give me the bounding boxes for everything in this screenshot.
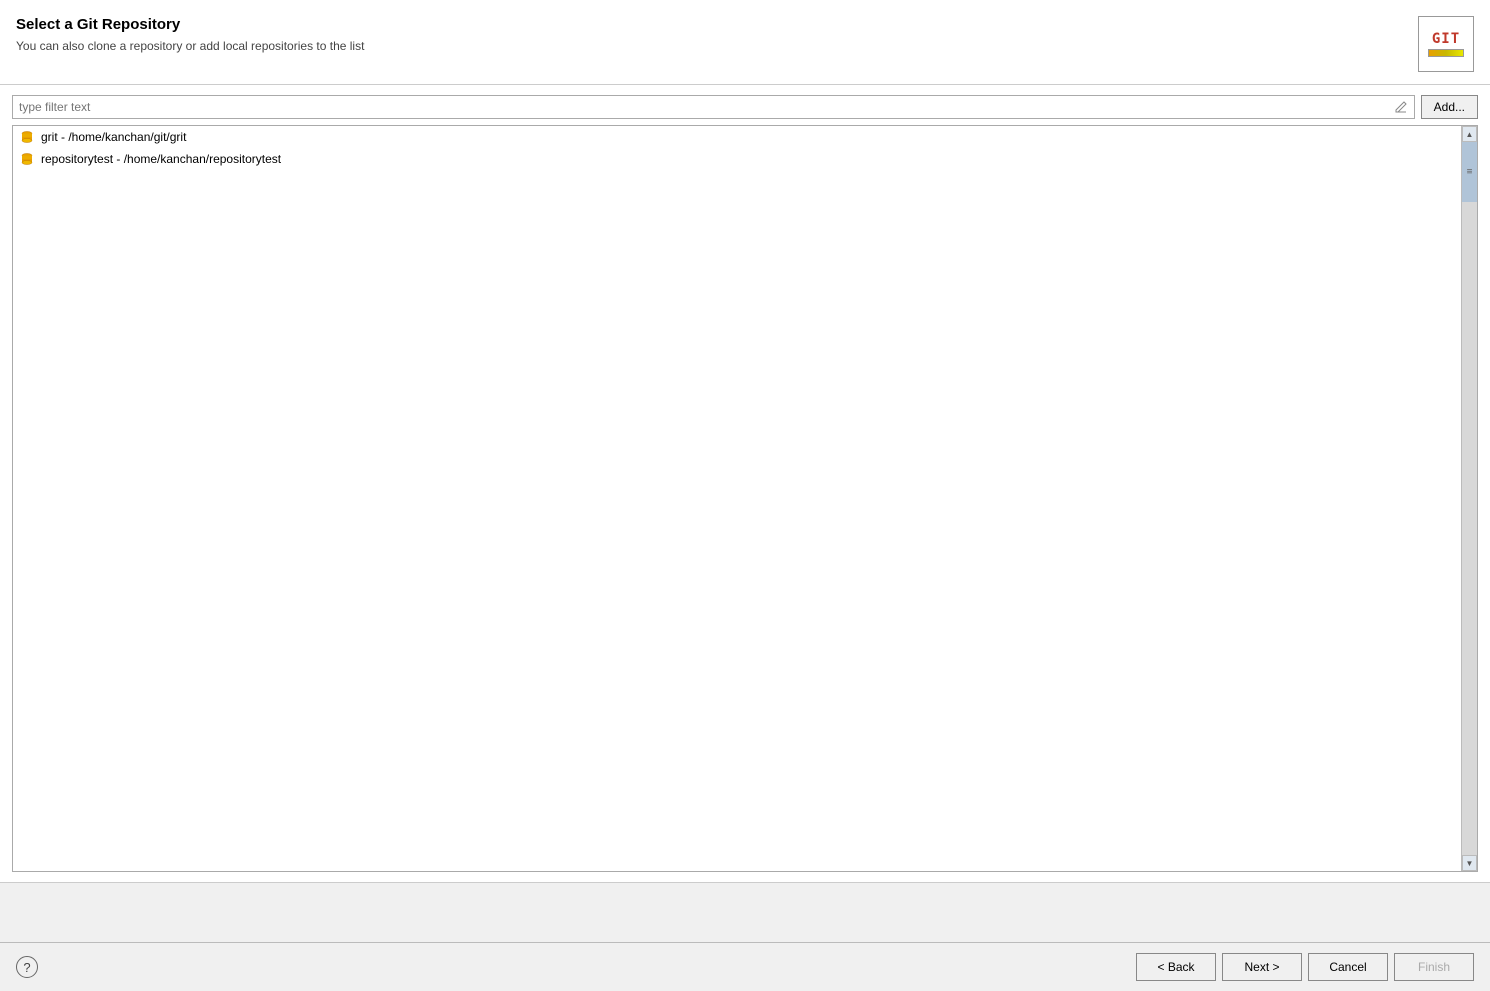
git-logo-inner: GIT bbox=[1428, 31, 1464, 57]
back-button[interactable]: < Back bbox=[1136, 953, 1216, 981]
list-item[interactable]: repositorytest - /home/kanchan/repositor… bbox=[13, 148, 1461, 170]
scrollbar-thumb[interactable] bbox=[1462, 142, 1477, 202]
dialog-subtitle: You can also clone a repository or add l… bbox=[16, 39, 364, 53]
footer-area bbox=[0, 882, 1490, 942]
repository-list: grit - /home/kanchan/git/grit repository… bbox=[13, 126, 1461, 871]
list-item[interactable]: grit - /home/kanchan/git/grit bbox=[13, 126, 1461, 148]
header-text: Select a Git Repository You can also clo… bbox=[16, 16, 364, 53]
git-logo: GIT bbox=[1418, 16, 1474, 72]
dialog-title: Select a Git Repository bbox=[16, 16, 364, 33]
repo-icon-2 bbox=[19, 151, 35, 167]
bottom-bar: ? < Back Next > Cancel Finish bbox=[0, 942, 1490, 991]
finish-button[interactable]: Finish bbox=[1394, 953, 1474, 981]
content-area: Add... grit - /home/kanchan/git/grit bbox=[0, 85, 1490, 882]
scrollbar-space bbox=[1462, 202, 1477, 855]
scrollbar-track[interactable]: ▲ ▼ bbox=[1461, 126, 1477, 871]
filter-clear-icon[interactable] bbox=[1392, 98, 1410, 116]
cancel-button[interactable]: Cancel bbox=[1308, 953, 1388, 981]
repo-label-1: grit - /home/kanchan/git/grit bbox=[41, 130, 186, 144]
header-area: Select a Git Repository You can also clo… bbox=[0, 0, 1490, 85]
filter-row: Add... bbox=[12, 95, 1478, 119]
repo-icon-1 bbox=[19, 129, 35, 145]
git-logo-text: GIT bbox=[1432, 31, 1460, 47]
dialog-container: Select a Git Repository You can also clo… bbox=[0, 0, 1490, 991]
scrollbar-down-button[interactable]: ▼ bbox=[1462, 855, 1477, 871]
repository-list-area: grit - /home/kanchan/git/grit repository… bbox=[12, 125, 1478, 872]
git-logo-bar bbox=[1428, 49, 1464, 57]
add-button[interactable]: Add... bbox=[1421, 95, 1478, 119]
filter-input[interactable] bbox=[13, 96, 1414, 118]
navigation-buttons: < Back Next > Cancel Finish bbox=[1136, 953, 1474, 981]
scrollbar-up-button[interactable]: ▲ bbox=[1462, 126, 1477, 142]
help-button[interactable]: ? bbox=[16, 956, 38, 978]
repo-label-2: repositorytest - /home/kanchan/repositor… bbox=[41, 152, 281, 166]
filter-input-wrapper bbox=[12, 95, 1415, 119]
next-button[interactable]: Next > bbox=[1222, 953, 1302, 981]
